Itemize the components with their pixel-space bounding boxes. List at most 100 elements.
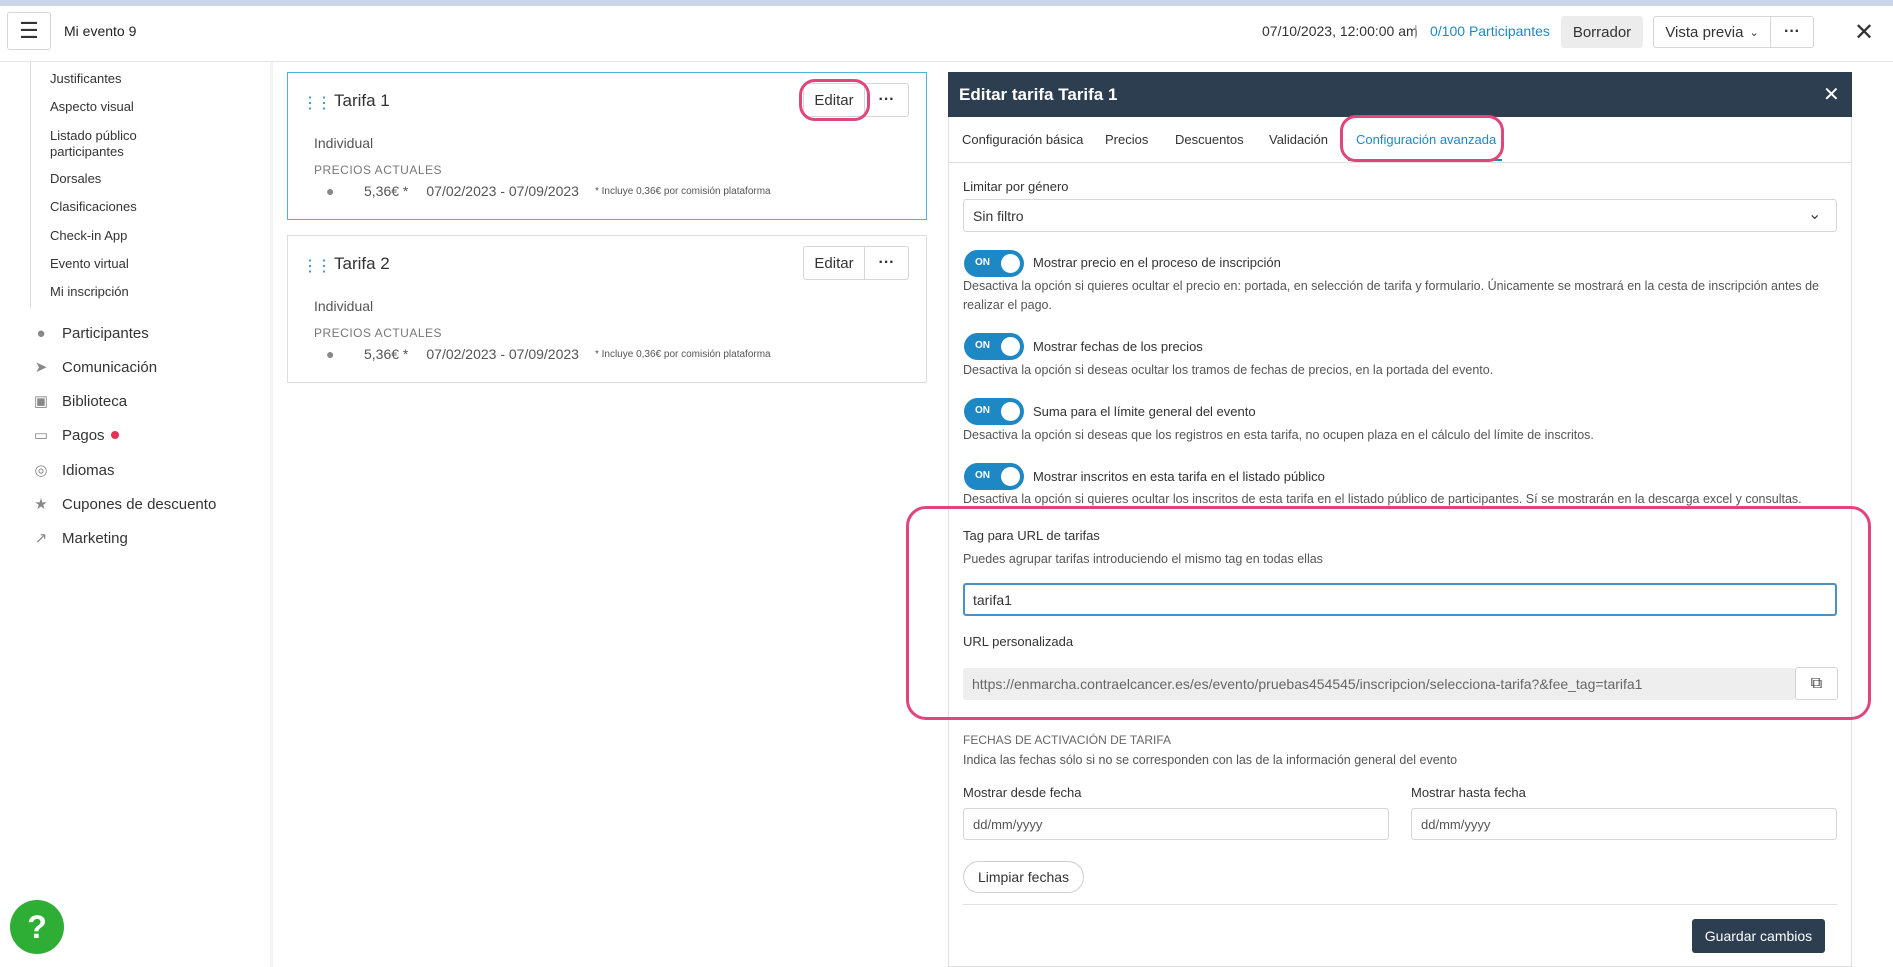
price-dates: 07/02/2023 - 07/09/2023	[426, 183, 579, 199]
edit-button[interactable]: Editar	[803, 246, 865, 280]
chevron-down-icon: ⌄	[1749, 26, 1759, 39]
panel-title: Editar tarifa Tarifa 1	[959, 85, 1118, 104]
sidebar-subitem-checkin-app[interactable]: Check-in App	[50, 228, 127, 244]
tarifa-card[interactable]: ⋮⋮ Tarifa 1 Editar ··· Individual PRECIO…	[287, 72, 927, 220]
drag-handle-icon[interactable]: ⋮⋮	[302, 256, 332, 276]
toggle-state: ON	[975, 470, 990, 481]
sidebar-subitem-justificantes[interactable]: Justificantes	[50, 71, 122, 87]
help-button[interactable]: ?	[10, 900, 64, 954]
person-icon: ●	[36, 324, 46, 342]
active-tab-indicator	[1348, 159, 1502, 161]
save-changes-button[interactable]: Guardar cambios	[1692, 919, 1825, 953]
sidebar-subitem-listado-publico[interactable]: Listado público participantes	[50, 128, 160, 160]
sidebar-subitem-clasificaciones[interactable]: Clasificaciones	[50, 199, 137, 215]
tab-configuracion-basica[interactable]: Configuración básica	[962, 132, 1083, 147]
tab-descuentos[interactable]: Descuentos	[1175, 132, 1244, 147]
tarifa-card[interactable]: ⋮⋮ Tarifa 2 Editar ··· Individual PRECIO…	[287, 235, 927, 383]
from-date-label: Mostrar desde fecha	[963, 785, 1082, 800]
close-icon[interactable]: ✕	[1823, 82, 1840, 107]
sidebar-subitem-aspecto-visual[interactable]: Aspecto visual	[50, 99, 134, 115]
participants-link[interactable]: 0/100 Participantes	[1430, 23, 1550, 39]
activation-label: FECHAS DE ACTIVACIÓN DE TARIFA	[963, 733, 1172, 747]
sidebar-item-pagos[interactable]: ▭ Pagos	[32, 426, 119, 444]
commission-note: * Incluye 0,36€ por comisión plataforma	[594, 348, 771, 360]
edit-button[interactable]: Editar	[803, 83, 865, 117]
close-icon[interactable]: ✕	[1854, 18, 1874, 47]
toggle-state: ON	[975, 340, 990, 351]
toggle-knob	[1001, 467, 1020, 486]
submenu-line	[30, 62, 31, 308]
topbar-separator: |	[1414, 22, 1418, 38]
preview-button[interactable]: Vista previa ⌄	[1653, 16, 1771, 48]
tab-validacion[interactable]: Validación	[1269, 132, 1328, 147]
toggle-description: Desactiva la opción si deseas ocultar lo…	[963, 363, 1494, 377]
sidebar-item-idiomas[interactable]: ◎ Idiomas	[32, 461, 115, 480]
price-dates: 07/02/2023 - 07/09/2023	[426, 346, 579, 362]
prices-label: PRECIOS ACTUALES	[314, 163, 443, 177]
ellipsis-icon: ···	[878, 254, 895, 271]
toggle-label: Suma para el límite general del evento	[1033, 404, 1256, 419]
toggle-show-price-dates[interactable]: ON	[964, 333, 1024, 360]
prices-label: PRECIOS ACTUALES	[314, 326, 443, 340]
chevron-down-icon: ⌄	[1808, 206, 1822, 223]
price-value: 5,36€ *	[364, 346, 409, 362]
event-date: 07/10/2023, 12:00:00 am	[1262, 23, 1418, 39]
tag-label: Tag para URL de tarifas	[963, 528, 1100, 543]
participants-count: 0/100	[1430, 23, 1466, 39]
toggle-label: Mostrar precio en el proceso de inscripc…	[1033, 255, 1281, 270]
sidebar-item-label: Marketing	[62, 529, 128, 547]
price-row: ● 5,36€ * 07/02/2023 - 07/09/2023 * Incl…	[326, 346, 771, 362]
preview-label: Vista previa	[1665, 23, 1744, 41]
tag-input[interactable]: tarifa1	[963, 583, 1837, 616]
custom-url-field[interactable]: https://enmarcha.contraelcancer.es/es/ev…	[963, 668, 1795, 700]
toggle-public-list[interactable]: ON	[964, 463, 1024, 490]
sidebar-item-biblioteca[interactable]: ▣ Biblioteca	[32, 392, 127, 411]
to-date-input[interactable]: dd/mm/yyyy	[1411, 808, 1837, 840]
tarifa-type: Individual	[314, 135, 374, 151]
copy-icon: ⧉	[1810, 674, 1823, 692]
sidebar	[0, 62, 270, 967]
activation-description: Indica las fechas sólo si no se correspo…	[963, 753, 1458, 767]
to-date-label: Mostrar hasta fecha	[1411, 785, 1526, 800]
card-more-button[interactable]: ···	[865, 246, 909, 280]
toggle-count-limit[interactable]: ON	[964, 398, 1024, 425]
card-icon: ▭	[33, 427, 49, 444]
ellipsis-icon: ···	[1784, 23, 1800, 40]
event-name: Mi evento 9	[64, 23, 137, 39]
divider	[963, 904, 1837, 905]
toggle-knob	[1001, 402, 1020, 421]
toggle-knob	[1001, 337, 1020, 356]
sidebar-subitem-evento-virtual[interactable]: Evento virtual	[50, 256, 129, 272]
clear-dates-button[interactable]: Limpiar fechas	[963, 861, 1084, 893]
hamburger-menu-button[interactable]: ☰	[7, 12, 51, 50]
copy-button[interactable]: ⧉	[1795, 667, 1838, 700]
sidebar-item-participantes[interactable]: ● Participantes	[32, 324, 148, 342]
toggle-state: ON	[975, 405, 990, 416]
tab-configuracion-avanzada[interactable]: Configuración avanzada	[1356, 132, 1496, 147]
toggle-label: Mostrar inscritos en esta tarifa en el l…	[1033, 469, 1325, 484]
sidebar-item-marketing[interactable]: ↗ Marketing	[32, 529, 128, 548]
participants-label: Participantes	[1468, 23, 1550, 39]
toggle-show-price[interactable]: ON	[964, 250, 1024, 277]
sidebar-item-label: Idiomas	[62, 461, 115, 479]
gender-select[interactable]: Sin filtro	[963, 199, 1837, 232]
person-icon: ●	[326, 346, 335, 362]
draft-status-button[interactable]: Borrador	[1561, 16, 1643, 48]
tarifa-title: Tarifa 1	[334, 91, 390, 110]
card-more-button[interactable]: ···	[865, 83, 909, 117]
sidebar-item-comunicacion[interactable]: ➤ Comunicación	[32, 358, 157, 377]
toggle-description: Desactiva la opción si quieres ocultar l…	[963, 492, 1802, 506]
sidebar-item-cupones[interactable]: ★ Cupones de descuento	[32, 495, 216, 514]
sidebar-subitem-mi-inscripcion[interactable]: Mi inscripción	[50, 284, 129, 300]
more-options-button[interactable]: ···	[1771, 16, 1814, 48]
sidebar-subitem-dorsales[interactable]: Dorsales	[50, 171, 101, 187]
coupon-icon: ★	[34, 496, 48, 513]
tab-precios[interactable]: Precios	[1105, 132, 1148, 147]
gender-label: Limitar por género	[963, 179, 1069, 194]
toggle-description: Desactiva la opción si quieres ocultar e…	[963, 279, 1819, 312]
from-date-input[interactable]: dd/mm/yyyy	[963, 808, 1389, 840]
tag-description: Puedes agrupar tarifas introduciendo el …	[963, 552, 1323, 566]
tarifa-type: Individual	[314, 298, 374, 314]
drag-handle-icon[interactable]: ⋮⋮	[302, 93, 332, 113]
hamburger-icon: ☰	[19, 18, 39, 43]
